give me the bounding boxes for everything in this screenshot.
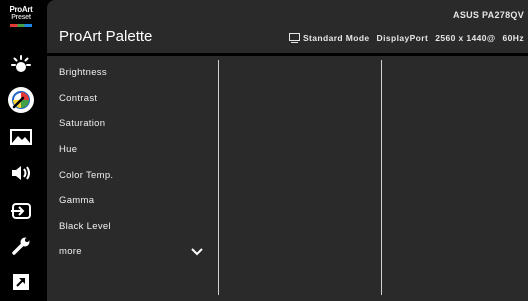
menu-item-color-temp[interactable]: Color Temp. [59, 162, 209, 188]
logo-line-2: Preset [11, 14, 31, 21]
sidebar-item-proart-palette[interactable] [2, 85, 40, 115]
sidebar: ProArt Preset [0, 0, 42, 301]
palette-icon [12, 91, 30, 109]
logo-color-bar [10, 24, 32, 27]
sidebar-item-input-select[interactable] [2, 196, 40, 226]
sidebar-item-system-setup[interactable] [2, 231, 40, 261]
image-icon [10, 129, 32, 145]
sidebar-item-shortcut[interactable] [2, 267, 40, 297]
sidebar-item-blue-light[interactable] [2, 50, 40, 80]
status-refresh: 60Hz [502, 33, 524, 43]
menu-item-saturation[interactable]: Saturation [59, 111, 209, 137]
menu-item-more[interactable]: more [59, 239, 209, 265]
column-divider-2 [381, 60, 382, 295]
menu-item-gamma[interactable]: Gamma [59, 188, 209, 214]
sound-icon [12, 166, 30, 180]
brightness-icon [11, 55, 31, 72]
status-resolution: 2560 x 1440@ [435, 33, 496, 43]
monitor-model: ASUS PA278QV [453, 10, 524, 20]
wrench-icon [12, 237, 30, 255]
menu-item-hue[interactable]: Hue [59, 137, 209, 163]
page-title: ProArt Palette [59, 28, 153, 45]
menu-item-black-level[interactable]: Black Level [59, 214, 209, 240]
monitor-icon [288, 33, 300, 43]
sidebar-item-proart-preset[interactable]: ProArt Preset [2, 6, 40, 40]
status-mode: Standard Mode [302, 33, 370, 43]
status-bar: Standard Mode DisplayPort 2560 x 1440@ 6… [288, 33, 524, 43]
menu-item-brightness[interactable]: Brightness [59, 60, 209, 86]
shortcut-icon [13, 274, 29, 290]
chevron-down-icon [191, 248, 203, 256]
menu-item-contrast[interactable]: Contrast [59, 86, 209, 112]
status-input: DisplayPort [376, 33, 429, 43]
logo-line-1: ProArt [9, 5, 33, 14]
sidebar-item-sound[interactable] [2, 158, 40, 188]
menu-list: Brightness Contrast Saturation Hue Color… [59, 60, 209, 265]
more-label: more [59, 246, 82, 258]
input-select-icon [11, 203, 31, 219]
header-divider [47, 53, 528, 56]
sidebar-item-image[interactable] [2, 122, 40, 152]
main-panel: ProArt Palette ASUS PA278QV Standard Mod… [47, 0, 528, 301]
osd-window: ProArt Preset ProArt Palette ASUS PA278Q… [0, 0, 528, 301]
column-divider-1 [218, 60, 219, 295]
